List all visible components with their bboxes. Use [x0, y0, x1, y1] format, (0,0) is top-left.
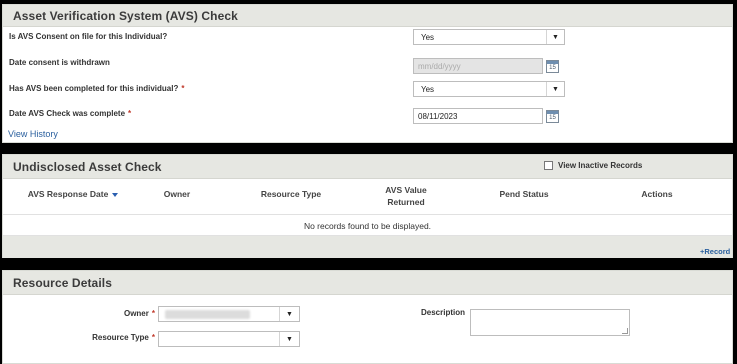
table-footer — [3, 236, 732, 258]
column-header-actions: Actions — [641, 189, 673, 199]
column-header-resource-type[interactable]: Resource Type — [251, 189, 331, 199]
table-divider — [3, 214, 732, 215]
undisclosed-panel-title: Undisclosed Asset Check — [13, 159, 162, 174]
consent-withdrawn-label: Date consent is withdrawn — [9, 58, 110, 67]
column-header-avs-response-date[interactable]: AVS Response Date — [18, 189, 128, 199]
chevron-down-icon[interactable]: ▼ — [279, 332, 299, 346]
resource-type-label: Resource Type * — [92, 333, 155, 342]
sort-desc-icon[interactable] — [112, 192, 119, 197]
resource-type-select[interactable]: ▼ — [158, 331, 300, 347]
view-inactive-toggle[interactable]: View Inactive Records — [544, 161, 642, 170]
resize-handle-icon[interactable] — [622, 328, 628, 334]
view-inactive-checkbox[interactable] — [544, 161, 553, 170]
column-header-owner[interactable]: Owner — [151, 189, 203, 199]
avs-consent-select[interactable]: Yes ▼ — [413, 29, 565, 45]
resource-panel-title: Resource Details — [13, 275, 112, 290]
avs-consent-label: Is AVS Consent on file for this Individu… — [9, 32, 168, 41]
view-inactive-label: View Inactive Records — [558, 161, 643, 170]
avs-complete-date-label: Date AVS Check was complete * — [9, 109, 132, 118]
avs-completed-value: Yes — [421, 84, 435, 94]
column-header-avs-value-returned[interactable]: AVS Value Returned — [375, 184, 437, 208]
description-textarea[interactable] — [470, 309, 630, 336]
calendar-icon[interactable]: 15 — [546, 60, 559, 73]
view-history-link[interactable]: View History — [8, 129, 58, 139]
avs-consent-value: Yes — [421, 32, 435, 42]
avs-panel-title: Asset Verification System (AVS) Check — [13, 8, 238, 23]
resource-details-panel: Resource Details Owner * ▼ Resource Type *… — [2, 270, 733, 364]
chevron-down-icon[interactable]: ▼ — [279, 307, 299, 321]
empty-table-message: No records found to be displayed. — [303, 221, 432, 231]
add-record-link[interactable]: +Record — [700, 247, 730, 256]
avs-completed-select[interactable]: Yes ▼ — [413, 81, 565, 97]
chevron-down-icon[interactable]: ▼ — [546, 82, 564, 96]
avs-completed-label: Has AVS been completed for this individu… — [9, 84, 185, 93]
avs-check-panel: Asset Verification System (AVS) Check Is… — [2, 4, 733, 143]
consent-withdrawn-date-input[interactable]: mm/dd/yyyy — [413, 58, 543, 74]
chevron-down-icon[interactable]: ▼ — [546, 30, 564, 44]
description-label: Description — [420, 308, 465, 317]
redacted-owner-value — [165, 310, 250, 319]
avs-panel-header: Asset Verification System (AVS) Check — [3, 5, 732, 27]
owner-select[interactable]: ▼ — [158, 306, 300, 322]
undisclosed-asset-panel: Undisclosed Asset Check View Inactive Re… — [2, 154, 733, 258]
column-header-pend-status[interactable]: Pend Status — [489, 189, 559, 199]
avs-complete-date-input[interactable]: 08/11/2023 — [413, 108, 543, 124]
owner-label: Owner * — [123, 309, 155, 318]
calendar-icon[interactable]: 15 — [546, 110, 559, 123]
resource-panel-header: Resource Details — [3, 271, 732, 295]
